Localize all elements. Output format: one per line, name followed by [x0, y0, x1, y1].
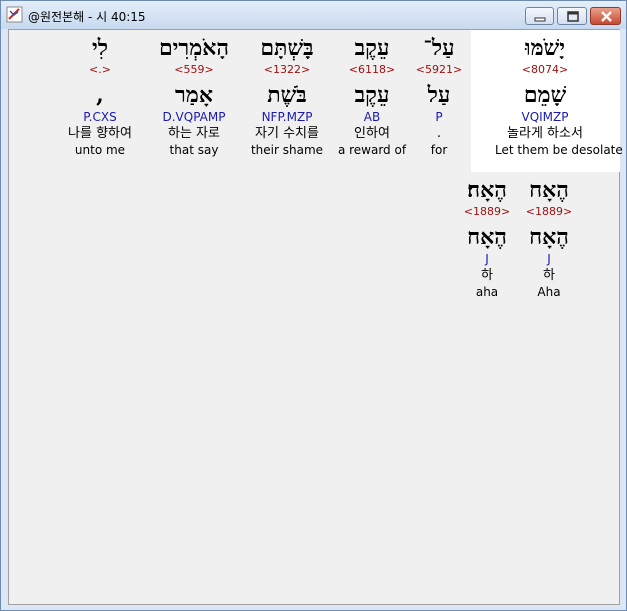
strong-number[interactable]: <6118>: [322, 62, 422, 78]
strong-number[interactable]: <1322>: [237, 62, 337, 78]
title-bar[interactable]: @원전본해 - 시 40:15: [1, 1, 626, 29]
strong-number[interactable]: <.>: [50, 62, 150, 78]
word-column[interactable]: הֶאָח׃ <1889> הֶאָח J 하 aha: [437, 176, 537, 300]
english-gloss: their shame: [250, 143, 324, 157]
window-title: @원전본해 - 시 40:15: [28, 10, 146, 24]
hebrew-word: לִי: [91, 35, 109, 61]
english-gloss: a reward of: [337, 143, 407, 157]
strong-number[interactable]: <8074>: [495, 62, 595, 78]
hebrew-word: יָשֹׁמּוּ: [524, 35, 565, 61]
hebrew-lemma: הֶאָח: [467, 224, 507, 250]
hebrew-word: בָּשְׁתָּם: [260, 35, 314, 61]
word-column[interactable]: יָשֹׁמּוּ <8074> שָׁמֵם VQIMZP 놀라게 하소서 L…: [495, 34, 623, 158]
word-column[interactable]: עֵקֶב <6118> עֵקֶב AB 인하여 a reward of: [322, 34, 422, 158]
english-gloss: Let them be desolate: [495, 143, 623, 157]
korean-gloss: 나를 향하여: [68, 126, 132, 141]
korean-gloss: 인하여: [354, 126, 390, 141]
interlinear-content: יָשֹׁמּוּ <8074> שָׁמֵם VQIMZP 놀라게 하소서 L…: [8, 29, 623, 605]
english-gloss: aha: [475, 285, 499, 299]
app-icon[interactable]: [6, 6, 23, 23]
strong-number[interactable]: <559>: [144, 62, 244, 78]
morphology-code: P.CXS: [83, 110, 117, 124]
word-column[interactable]: הָאֹמְרִים <559> אָמַר D.VQPAMP 하는 자로 th…: [144, 34, 244, 158]
minimize-icon: [534, 17, 546, 22]
hebrew-lemma: בֹּשֶׁת: [267, 82, 307, 108]
app-window: @원전본해 - 시 40:15 יָשֹׁמּוּ <8074> שָׁמֵם …: [0, 0, 627, 611]
word-column[interactable]: בָּשְׁתָּם <1322> בֹּשֶׁת NFP.MZP 자기 수치를…: [237, 34, 337, 158]
maximize-button[interactable]: [557, 7, 587, 25]
word-column[interactable]: לִי <.> , P.CXS 나를 향하여 unto me: [50, 34, 150, 158]
korean-gloss: 하는 자로: [168, 126, 220, 141]
morphology-code: VQIMZP: [521, 110, 569, 124]
close-button[interactable]: [590, 7, 621, 25]
morphology-code: D.VQPAMP: [162, 110, 226, 124]
korean-gloss: 자기 수치를: [255, 126, 319, 141]
hebrew-word: הָאֹמְרִים: [158, 35, 230, 61]
english-gloss: that say: [169, 143, 219, 157]
english-gloss: unto me: [74, 143, 126, 157]
hebrew-lemma: ,: [96, 82, 104, 108]
hebrew-word: עֵקֶב: [354, 35, 390, 61]
korean-gloss: 하: [481, 268, 493, 283]
strong-number[interactable]: <1889>: [437, 204, 537, 220]
morphology-code: J: [485, 252, 489, 266]
close-icon: [601, 11, 612, 22]
hebrew-lemma: אָמַר: [175, 82, 213, 108]
hebrew-word: הֶאָח׃: [467, 177, 507, 203]
morphology-code: NFP.MZP: [261, 110, 313, 124]
morphology-code: AB: [363, 110, 381, 124]
minimize-button[interactable]: [525, 7, 554, 25]
maximize-icon: [567, 11, 579, 22]
hebrew-lemma: שָׁמֵם: [523, 82, 567, 108]
hebrew-lemma: עֵקֶב: [354, 82, 390, 108]
korean-gloss: 놀라게 하소서: [507, 126, 583, 141]
